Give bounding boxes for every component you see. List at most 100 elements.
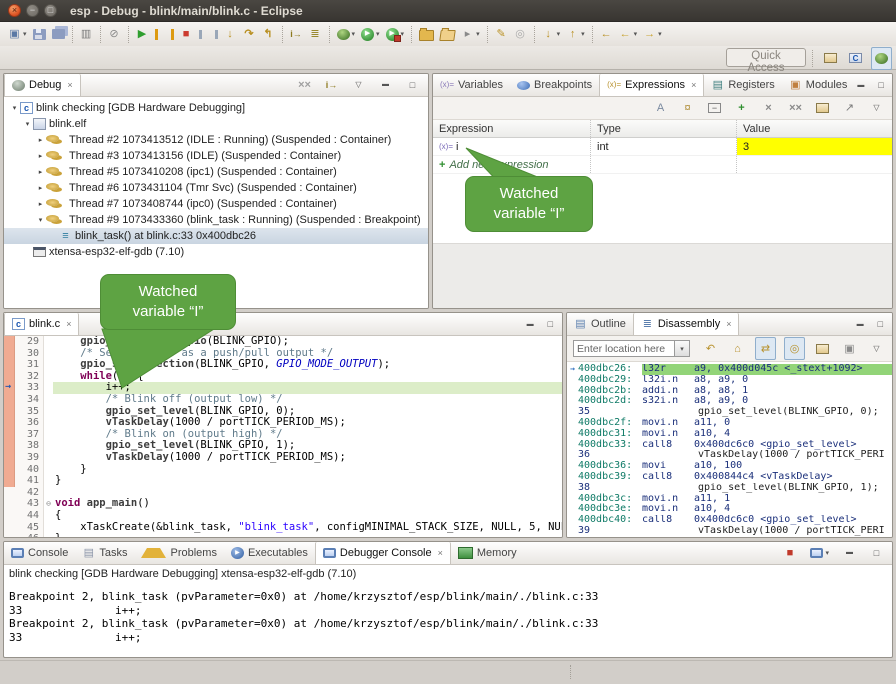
step-into-button[interactable]: ↓	[221, 24, 240, 45]
tab-registers[interactable]: ▤Registers	[704, 74, 781, 96]
remove-all-expressions-button[interactable]: ××	[786, 98, 805, 119]
terminate-console-button[interactable]: ■	[780, 543, 799, 564]
line-number[interactable]: 32	[17, 371, 44, 383]
annotation-ruler[interactable]	[4, 452, 17, 464]
disassembly-line[interactable]: 400dbc39:call80x400844c4 <vTaskDelay>	[567, 472, 892, 483]
annotation-ruler[interactable]: →	[4, 382, 17, 394]
code-line[interactable]: 43⊖void app_main()	[4, 498, 562, 510]
dropdown-arrow-icon[interactable]: ▾	[581, 30, 585, 38]
maximize-view-button[interactable]: □	[875, 314, 886, 335]
line-number[interactable]: 39	[17, 452, 44, 464]
close-tab-icon[interactable]: ×	[67, 80, 72, 90]
tab-debugger-console[interactable]: Debugger Console×	[315, 542, 451, 564]
tab-disassembly[interactable]: ≣Disassembly×	[633, 313, 740, 335]
tree-expander-icon[interactable]: ▸	[35, 152, 46, 160]
dropdown-arrow-icon[interactable]: ▾	[658, 30, 662, 38]
minimize-view-button[interactable]: ▬	[854, 314, 867, 335]
debug-perspective-button[interactable]	[871, 47, 892, 70]
tab-executables[interactable]: ▶Executables	[224, 542, 315, 564]
code-line[interactable]: 37 /* Blink on (output high) */	[4, 429, 562, 441]
annotation-ruler[interactable]	[4, 487, 17, 499]
window-close-button[interactable]: ×	[8, 4, 21, 17]
annotation-ruler[interactable]	[4, 394, 17, 406]
tree-expander-icon[interactable]: ▾	[22, 120, 33, 128]
line-number[interactable]: 42	[17, 487, 44, 499]
line-number[interactable]: 45	[17, 522, 44, 534]
go-home-button[interactable]: ⌂	[728, 338, 747, 359]
close-tab-icon[interactable]: ×	[438, 548, 443, 558]
annotation-ruler[interactable]	[4, 429, 17, 441]
cpp-perspective-button[interactable]: C	[846, 48, 865, 69]
debug-button[interactable]: ▾	[334, 24, 359, 45]
export-expressions-button[interactable]: ↗	[840, 98, 859, 119]
open-perspective-button[interactable]	[821, 48, 840, 69]
code-line[interactable]: 34 /* Blink off (output low) */	[4, 394, 562, 406]
dropdown-arrow-icon[interactable]: ▾	[634, 30, 638, 38]
minimize-button[interactable]: ▬	[376, 75, 395, 96]
line-number[interactable]: 41	[17, 475, 44, 487]
window-maximize-button[interactable]: □	[44, 4, 57, 17]
line-number[interactable]: 29	[17, 336, 44, 348]
tab-tasks[interactable]: ▤Tasks	[75, 542, 134, 564]
collapse-all-button[interactable]: −	[705, 98, 724, 119]
dropdown-arrow-icon[interactable]: ▾	[23, 30, 27, 38]
code-line[interactable]: 32 while(1) {	[4, 371, 562, 383]
line-number[interactable]: 34	[17, 394, 44, 406]
flash-target-button[interactable]: ▸▾	[458, 24, 483, 45]
code-line[interactable]: 35 gpio_set_level(BLINK_GPIO, 0);	[4, 406, 562, 418]
open-new-view-button[interactable]	[813, 338, 832, 359]
debug-tree-item[interactable]: ▾blink.elf	[4, 116, 428, 132]
tree-expander-icon[interactable]: ▸	[35, 184, 46, 192]
annotation-ruler[interactable]	[4, 522, 17, 534]
run-button[interactable]: ▶▾	[358, 24, 383, 45]
debug-tree-item[interactable]: ▸Thread #3 1073413156 (IDLE) (Suspended …	[4, 148, 428, 164]
code-line[interactable]: 44{	[4, 510, 562, 522]
annotation-ruler[interactable]	[4, 464, 17, 476]
code-line[interactable]: 46}	[4, 533, 562, 538]
debug-tree-item[interactable]: ▸Thread #5 1073410208 (ipc1) (Suspended …	[4, 164, 428, 180]
last-edit-location-button[interactable]: ←	[597, 24, 616, 45]
disassembly-listing[interactable]: →400dbc26:l32ra9, 0x400d045c <_stext+109…	[567, 362, 892, 538]
annotation-ruler[interactable]	[4, 406, 17, 418]
disassembly-line[interactable]: 38gpio_set_level(BLINK_GPIO, 1);	[567, 483, 892, 494]
fold-toggle-icon[interactable]: ⊖	[44, 498, 53, 510]
window-minimize-button[interactable]: −	[26, 4, 39, 17]
line-number[interactable]: 46	[17, 533, 44, 538]
tab-console[interactable]: Console	[4, 542, 75, 564]
maximize-view-button[interactable]: □	[875, 75, 886, 96]
line-number[interactable]: 33	[17, 382, 44, 394]
maximize-button[interactable]: □	[867, 543, 886, 564]
tab-outline[interactable]: ▤Outline	[567, 313, 633, 335]
tab-expressions[interactable]: (x)=Expressions×	[599, 74, 704, 96]
minimize-button[interactable]: ▬	[840, 543, 859, 564]
skip-all-breakpoints-button[interactable]: ⊘	[105, 24, 124, 45]
forward-button[interactable]: →▾	[640, 24, 665, 45]
build-button[interactable]: ▥	[77, 24, 96, 45]
console-output[interactable]: Breakpoint 2, blink_task (pvParameter=0x…	[4, 584, 892, 644]
disassembly-line[interactable]: 400dbc31:movi.na10, 4	[567, 429, 892, 440]
code-line[interactable]: →33 i++;	[4, 382, 562, 394]
code-line[interactable]: 29 gpio_pad_select_gpio(BLINK_GPIO);	[4, 336, 562, 348]
debug-tree-item[interactable]: ▾Thread #9 1073433360 (blink_task : Runn…	[4, 212, 428, 228]
search-button[interactable]: ◎	[511, 24, 530, 45]
annotation-ruler[interactable]	[4, 348, 17, 360]
disassembly-line[interactable]: 400dbc29:l32i.na8, a9, 0	[567, 375, 892, 386]
annotation-ruler[interactable]	[4, 336, 17, 348]
code-line[interactable]: 40 }	[4, 464, 562, 476]
code-line[interactable]: 30 /* Set the GPIO as a push/pull output…	[4, 348, 562, 360]
tab-breakpoints[interactable]: Breakpoints	[510, 74, 599, 96]
save-all-button[interactable]	[49, 24, 68, 45]
resume-button[interactable]: ▶	[133, 24, 152, 45]
instruction-stepping-mode-button[interactable]: i→	[322, 75, 341, 96]
location-combo-dropdown[interactable]: ▾	[675, 340, 690, 357]
debug-tree-item[interactable]: ▸Thread #6 1073431104 (Tmr Svc) (Suspend…	[4, 180, 428, 196]
dropdown-arrow-icon[interactable]: ▾	[476, 30, 480, 38]
minimize-view-button[interactable]: ▬	[854, 75, 867, 96]
column-type[interactable]: Type	[591, 120, 737, 137]
close-tab-icon[interactable]: ×	[726, 319, 731, 329]
tree-expander-icon[interactable]: ▾	[9, 104, 20, 112]
code-editor[interactable]: 29 gpio_pad_select_gpio(BLINK_GPIO);30 /…	[4, 336, 562, 538]
refresh-view-button[interactable]: ↶	[701, 338, 720, 359]
annotation-ruler[interactable]	[4, 440, 17, 452]
disassembly-line[interactable]: 400dbc2d:s32i.na8, a9, 0	[567, 396, 892, 407]
